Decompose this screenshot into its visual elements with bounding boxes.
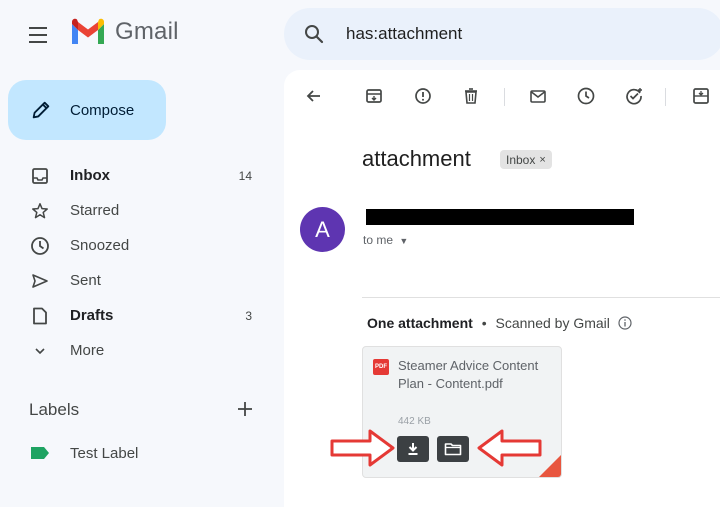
recipient-label: to me (363, 233, 394, 247)
sidebar-item-drafts[interactable]: Drafts 3 (0, 298, 270, 333)
attachment-count: One attachment (367, 315, 473, 331)
menu-icon-bar (29, 27, 47, 29)
trash-icon (465, 88, 477, 104)
report-icon (415, 88, 431, 104)
add-to-tasks-button[interactable] (622, 84, 646, 108)
annotation-arrow-left-icon (477, 429, 542, 467)
download-button[interactable] (397, 436, 429, 462)
send-icon (29, 270, 51, 292)
sidebar-item-more[interactable]: More (0, 333, 270, 368)
sidebar-item-label: Inbox (70, 167, 110, 184)
page-fold-corner (539, 455, 561, 477)
sidebar-item-starred[interactable]: Starred (0, 193, 270, 228)
menu-icon-bar (29, 41, 47, 43)
move-to-icon (693, 88, 709, 104)
attachment-header: One attachment • Scanned by Gmail (367, 315, 632, 331)
attachment-file-name: Steamer Advice Content Plan - Content.pd… (398, 358, 539, 391)
clock-icon (577, 87, 595, 105)
sender-avatar[interactable]: A (300, 207, 345, 252)
unread-count: 14 (238, 168, 252, 183)
gmail-m-icon (72, 18, 104, 44)
label-name: Test Label (70, 444, 139, 462)
dot-separator: • (481, 315, 487, 331)
attachment-file-size: 442 KB (398, 416, 431, 427)
remove-label-icon[interactable]: × (539, 154, 545, 166)
back-button[interactable] (302, 84, 326, 108)
chip-label: Inbox (506, 152, 536, 167)
report-spam-button[interactable] (411, 84, 435, 108)
app-name: Gmail (115, 18, 179, 45)
snooze-button[interactable] (574, 84, 598, 108)
download-icon (408, 443, 418, 455)
message-subject: attachment (362, 146, 471, 171)
labels-heading: Labels (29, 400, 80, 419)
sidebar-item-label: Starred (70, 202, 120, 219)
search-icon[interactable] (302, 22, 326, 46)
sidebar-nav: Inbox 14 Starred Snoozed Sent Drafts 3 M… (0, 158, 270, 368)
sidebar-item-inbox[interactable]: Inbox 14 (0, 158, 270, 193)
main-menu-button[interactable] (26, 22, 52, 48)
draft-count: 3 (245, 308, 252, 323)
folder-icon (444, 443, 462, 456)
archive-icon (366, 89, 382, 103)
sidebar-item-label: Sent (70, 272, 101, 289)
message-panel: attachment Inbox × A to me ▼ One attachm… (284, 70, 720, 507)
file-icon (29, 305, 51, 327)
search-bar[interactable]: has:attachment (284, 8, 720, 60)
move-to-button[interactable] (689, 84, 713, 108)
toolbar-divider (504, 88, 505, 106)
star-icon (29, 200, 51, 222)
search-input[interactable]: has:attachment (346, 24, 462, 44)
pencil-icon (32, 101, 50, 119)
sidebar-label-test-label[interactable]: Test Label (0, 438, 270, 468)
add-label-icon[interactable] (234, 398, 256, 420)
gmail-window: Gmail has:attachment Compose Inbox 14 St… (0, 0, 720, 507)
recipient-details[interactable]: to me ▼ (363, 233, 408, 247)
label-tag-icon (31, 447, 49, 459)
sidebar-item-snoozed[interactable]: Snoozed (0, 228, 270, 263)
toolbar-divider (665, 88, 666, 106)
clock-icon (29, 235, 51, 257)
gmail-logo[interactable]: Gmail (70, 17, 179, 47)
annotation-arrow-right-icon (330, 429, 395, 467)
sender-name-redacted (366, 209, 634, 225)
inbox-icon (29, 165, 51, 187)
mail-icon (530, 90, 546, 103)
caret-down-icon: ▼ (399, 236, 409, 246)
pdf-icon: PDF (373, 359, 389, 375)
message-toolbar (284, 70, 720, 122)
archive-button[interactable] (362, 84, 386, 108)
compose-button[interactable]: Compose (8, 80, 166, 140)
attachment-divider (362, 297, 720, 298)
add-task-icon (626, 88, 642, 105)
menu-icon-bar (29, 34, 47, 36)
delete-button[interactable] (459, 84, 483, 108)
chevron-down-icon (29, 340, 51, 362)
compose-label: Compose (70, 101, 135, 119)
scan-status: Scanned by Gmail (495, 315, 610, 331)
sidebar-item-sent[interactable]: Sent (0, 263, 270, 298)
info-icon[interactable] (618, 316, 632, 330)
sidebar-item-label: Snoozed (70, 237, 130, 254)
mark-unread-button[interactable] (526, 84, 550, 108)
save-to-drive-button[interactable] (437, 436, 469, 462)
sidebar-item-label: Drafts (70, 307, 114, 324)
inbox-label-chip[interactable]: Inbox × (500, 150, 552, 169)
arrow-back-icon (306, 90, 320, 102)
sidebar-item-label: More (70, 342, 105, 359)
